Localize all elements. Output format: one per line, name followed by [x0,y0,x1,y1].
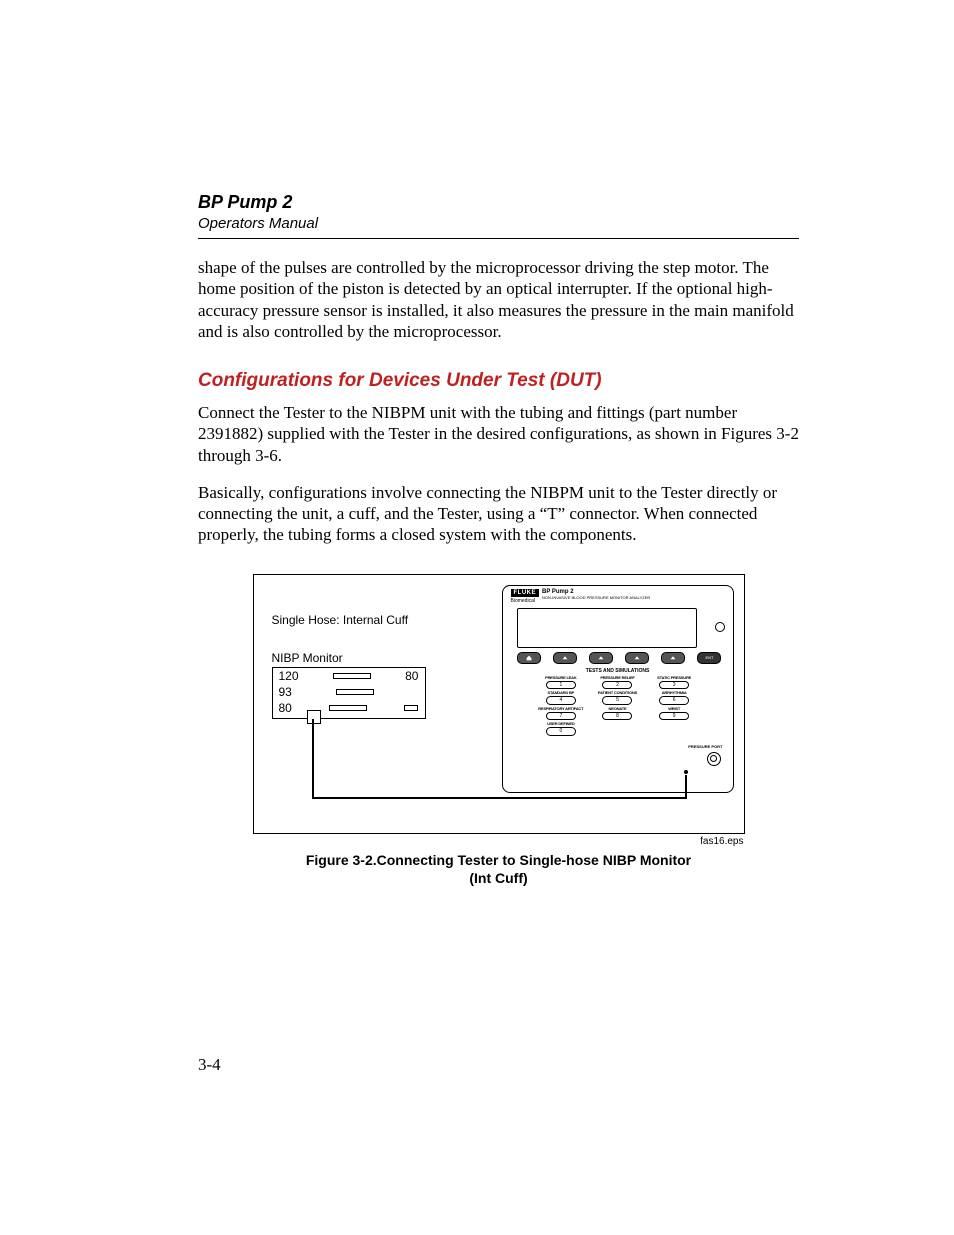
btn-label: PATIENT CONDITIONS [594,691,640,695]
brand-logo: FLUKE [511,589,540,597]
nibp-value-a: 120 [279,670,299,682]
test-button-grid: PRESSURE LEAK1 PRESSURE RELIEF2 STATIC P… [533,676,703,738]
keypad-button-icon: 6 [659,696,689,705]
btn-label: STANDARD BP [538,691,584,695]
nibp-bar-icon [329,705,367,711]
keypad-button-icon: 0 [546,727,576,736]
figure-3-2: Single Hose: Internal Cuff NIBP Monitor … [253,574,745,834]
up-arrow-button-icon [589,652,613,664]
nibp-value-c: 80 [279,702,292,714]
keypad-button-icon: 5 [602,696,632,705]
keypad-button-icon: 8 [602,712,632,721]
keypad-button-icon: 7 [546,712,576,721]
tests-simulations-heading: TESTS AND SIMULATIONS [503,668,733,674]
body-paragraph-2: Connect the Tester to the NIBPM unit wit… [198,402,799,466]
brand-sub: Biomedical [511,598,535,604]
btn-label: STATIC PRESSURE [651,676,697,680]
keypad-button-icon: 9 [659,712,689,721]
figure-caption: Figure 3-2.Connecting Tester to Single-h… [254,851,744,887]
nibp-port-icon [307,710,321,724]
nibp-monitor-diagram: 120 80 93 80 [272,667,426,719]
keypad-button-icon: 2 [602,681,632,690]
led-icon [715,622,725,632]
up-arrow-button-icon [553,652,577,664]
btn-label: ARRHYTHMIA [651,691,697,695]
nibp-value-b: 93 [279,686,292,698]
btn-label: USER DEFINED [538,722,584,726]
nibp-small-box-icon [404,705,418,711]
tubing-line-icon [312,719,314,799]
btn-label: RESPIRATORY ARTIFACT [538,707,584,711]
doc-title: BP Pump 2 [198,192,799,213]
home-button-icon [517,652,541,664]
nibp-bar-icon [333,673,371,679]
keypad-button-icon: 1 [546,681,576,690]
header-rule [198,238,799,239]
tubing-line-icon [312,797,687,799]
btn-label: PRESSURE LEAK [538,676,584,680]
up-arrow-button-icon [625,652,649,664]
tester-diagram: FLUKE BP Pump 2 NON-INVASIVE BLOOD PRESS… [502,585,734,793]
section-heading: Configurations for Devices Under Test (D… [198,370,799,392]
nibp-value-right: 80 [405,670,418,682]
figure-eps-filename: fas16.eps [254,836,744,847]
product-desc: NON-INVASIVE BLOOD PRESSURE MONITOR ANAL… [542,595,650,600]
body-paragraph-1: shape of the pulses are controlled by th… [198,257,799,342]
pressure-port-icon [707,752,721,766]
up-arrow-button-icon [661,652,685,664]
lcd-screen-icon [517,608,697,648]
enter-button-icon: ENT [697,652,721,664]
figure-label-nibp-monitor: NIBP Monitor [272,651,343,665]
pressure-port-label: PRESSURE PORT [688,744,722,749]
btn-label: PRESSURE RELIEF [594,676,640,680]
btn-label: NEONATE [594,707,640,711]
nav-button-row: ENT [517,652,722,664]
nibp-bar-icon [336,689,374,695]
page-number: 3-4 [198,1055,221,1075]
body-paragraph-3: Basically, configurations involve connec… [198,482,799,546]
doc-subtitle: Operators Manual [198,215,799,232]
keypad-button-icon: 3 [659,681,689,690]
btn-label: WRIST [651,707,697,711]
figure-label-hose: Single Hose: Internal Cuff [272,613,409,627]
keypad-button-icon: 4 [546,696,576,705]
